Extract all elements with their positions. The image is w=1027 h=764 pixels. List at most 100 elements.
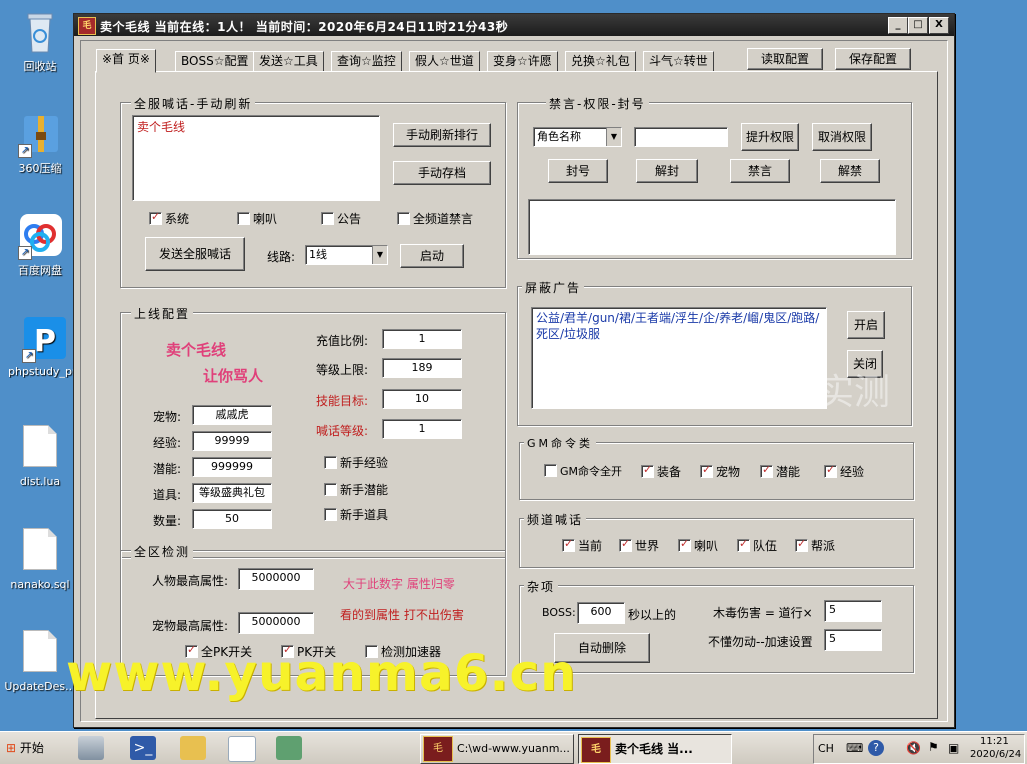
tab-bot-world[interactable]: 假人☆世道	[409, 51, 480, 72]
cancel-permission-button[interactable]: 取消权限	[812, 123, 872, 151]
tab-query-monitor[interactable]: 查询☆监控	[331, 51, 402, 72]
help-icon[interactable]: ?	[868, 740, 884, 756]
ban-log-area[interactable]	[528, 199, 896, 255]
network-icon[interactable]: ▣	[948, 741, 959, 755]
desktop-icon-label: nanako.sql	[10, 578, 70, 591]
raise-permission-button[interactable]: 提升权限	[741, 123, 799, 151]
broadcast-text-area[interactable]: 卖个毛线	[132, 115, 380, 201]
recharge-ratio-input[interactable]: 1	[382, 329, 462, 349]
ban-group: 禁言-权限-封号 角色名称 ▼ 提升权限 取消权限 封号 解封 禁言 解禁	[517, 95, 912, 259]
gm-all-checkbox[interactable]: GM命令全开	[544, 463, 622, 479]
keyboard-icon[interactable]: ⌨	[846, 741, 863, 755]
save-config-button[interactable]: 保存配置	[835, 48, 911, 70]
pet-max-attr-input[interactable]: 5000000	[238, 612, 314, 634]
app-taskbar-icon[interactable]	[276, 736, 302, 760]
char-max-attr-input[interactable]: 5000000	[238, 568, 314, 590]
close-button[interactable]: X	[929, 17, 949, 34]
app-icon: 毛	[78, 17, 96, 35]
exp-input[interactable]: 99999	[192, 431, 272, 451]
refresh-ranking-button[interactable]: 手动刷新排行	[393, 123, 491, 147]
folder-icon[interactable]	[180, 736, 206, 760]
flag-icon[interactable]: ⚑	[928, 740, 939, 754]
gm-potential-checkbox[interactable]: 潜能	[760, 463, 800, 480]
channel-current-checkbox[interactable]: 当前	[562, 537, 602, 554]
ban-account-button[interactable]: 封号	[548, 159, 608, 183]
online-config-group: 上线配置 卖个毛线 让你骂人 宠物: 戚戚虎 经验: 99999 潜能: 999…	[120, 305, 506, 558]
level-cap-input[interactable]: 189	[382, 358, 462, 378]
horn-checkbox[interactable]: 喇叭	[237, 210, 277, 227]
system-checkbox[interactable]: 系统	[149, 210, 189, 227]
desktop-icon-360zip[interactable]: ↗ 360压缩	[8, 110, 72, 176]
volume-muted-icon[interactable]: 🔇	[906, 741, 921, 755]
chevron-down-icon[interactable]: ▼	[372, 246, 387, 264]
poison-damage-label: 木毒伤害 = 道行×	[713, 606, 813, 620]
gm-command-group: GM命令类 GM命令全开 装备 宠物 潜能 经验	[519, 435, 914, 500]
newbie-item-checkbox[interactable]: 新手道具	[324, 506, 388, 523]
desktop-icon-dist-lua[interactable]: dist.lua	[8, 425, 72, 488]
clock-date[interactable]: 2020/6/24	[970, 749, 1021, 760]
tab-home[interactable]: ※首 页※	[96, 49, 156, 73]
unmute-button[interactable]: 解禁	[820, 159, 880, 183]
checkbox-box	[795, 537, 808, 552]
role-name-input[interactable]	[634, 127, 728, 147]
channel-horn-checkbox[interactable]: 喇叭	[678, 537, 718, 554]
newbie-potential-checkbox[interactable]: 新手潜能	[324, 481, 388, 498]
clock-time[interactable]: 11:21	[980, 736, 1009, 747]
shout-level-label: 喊话等级:	[316, 424, 369, 438]
send-broadcast-button[interactable]: 发送全服喊话	[145, 237, 245, 271]
misc-group: 杂项 BOSS: 600 秒以上的 自动删除 木毒伤害 = 道行× 5 不懂勿动…	[519, 578, 914, 673]
taskbar-item-cmd[interactable]: 毛 C:\wd-www.yuanm...	[420, 734, 574, 764]
tab-transform-wish[interactable]: 变身☆许愿	[487, 51, 558, 72]
all-channel-mute-checkbox[interactable]: 全频道禁言	[397, 210, 473, 227]
title-bar[interactable]: 毛 卖个毛线 当前在线：1人！ 当前时间：2020年6月24日11时21分43秒…	[74, 14, 954, 36]
gm-exp-checkbox[interactable]: 经验	[824, 463, 864, 480]
desktop-icon-nanako-sql[interactable]: nanako.sql	[8, 528, 72, 591]
tab-send-tools[interactable]: 发送☆工具	[253, 51, 324, 72]
boss-seconds-input[interactable]: 600	[577, 602, 625, 624]
speed-setting-input[interactable]: 5	[824, 629, 882, 651]
line-select[interactable]: 1线 ▼	[305, 245, 388, 265]
read-config-button[interactable]: 读取配置	[747, 48, 823, 70]
tab-exchange-gift[interactable]: 兑换☆礼包	[565, 51, 636, 72]
item-input[interactable]: 等级盛典礼包	[192, 483, 272, 503]
tab-boss-config[interactable]: BOSS☆配置	[175, 51, 255, 72]
start-label: 开始	[19, 741, 44, 755]
maximize-button[interactable]: □	[908, 17, 928, 34]
desktop-icon-phpstudy[interactable]: P ↗ phpstudy_pro	[8, 315, 80, 378]
ad-block-on-button[interactable]: 开启	[847, 311, 885, 339]
gm-pet-checkbox[interactable]: 宠物	[700, 463, 740, 480]
channel-world-checkbox[interactable]: 世界	[619, 537, 659, 554]
minimize-button[interactable]: _	[888, 17, 908, 34]
notice-checkbox[interactable]: 公告	[321, 210, 361, 227]
unban-account-button[interactable]: 解封	[636, 159, 698, 183]
shout-level-input[interactable]: 1	[382, 419, 462, 439]
gm-command-title: GM命令类	[524, 435, 597, 451]
online-config-title: 上线配置	[131, 305, 194, 322]
language-indicator[interactable]: CH	[818, 742, 834, 755]
skill-target-label: 技能目标:	[316, 394, 369, 408]
desktop-icon-recycle-bin[interactable]: 回收站	[8, 8, 72, 74]
desktop-icon-baidu-netdisk[interactable]: ↗ 百度网盘	[8, 212, 72, 278]
server-manager-icon[interactable]	[78, 736, 104, 760]
taskbar-item-main-window[interactable]: 毛卖个毛线 当...	[578, 734, 732, 764]
skill-target-input[interactable]: 10	[382, 389, 462, 409]
manual-save-button[interactable]: 手动存档	[393, 161, 491, 185]
powershell-icon[interactable]: >_	[130, 736, 156, 760]
newbie-exp-checkbox[interactable]: 新手经验	[324, 454, 388, 471]
role-select[interactable]: 角色名称 ▼	[533, 127, 622, 147]
potential-input[interactable]: 999999	[192, 457, 272, 477]
desktop-icon-label: phpstudy_pro	[8, 365, 80, 378]
quantity-input[interactable]: 50	[192, 509, 272, 529]
channel-guild-checkbox[interactable]: 帮派	[795, 537, 835, 554]
channel-team-checkbox[interactable]: 队伍	[737, 537, 777, 554]
pet-input[interactable]: 戚戚虎	[192, 405, 272, 425]
tab-qi-rebirth[interactable]: 斗气☆转世	[643, 51, 714, 72]
chevron-down-icon[interactable]: ▼	[606, 128, 621, 146]
poison-damage-input[interactable]: 5	[824, 600, 882, 622]
start-button[interactable]: 启动	[400, 244, 464, 268]
start-button[interactable]: ⊞ 开始	[2, 736, 54, 760]
gm-equipment-checkbox[interactable]: 装备	[641, 463, 681, 480]
ad-block-words-area[interactable]: 公益/君羊/gun/裙/王者端/浮生/企/养老/嵧/鬼区/跑路/死区/垃圾服	[531, 307, 827, 409]
mute-button[interactable]: 禁言	[730, 159, 790, 183]
baidu-netdisk-taskbar-icon[interactable]	[228, 736, 256, 762]
